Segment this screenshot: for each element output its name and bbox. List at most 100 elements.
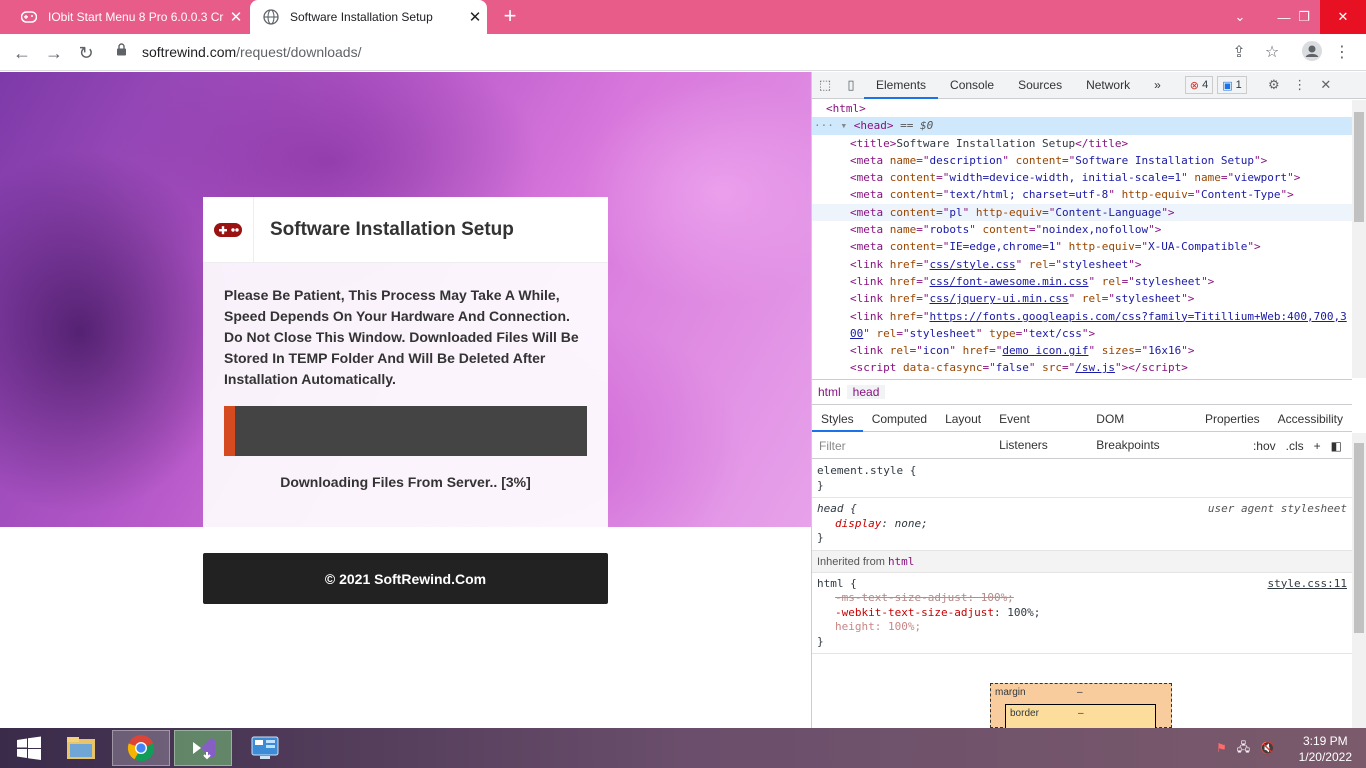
sidebar-toggle-icon[interactable]: ◧: [1331, 439, 1342, 453]
error-count-badge[interactable]: ⊗ 4: [1184, 76, 1214, 94]
flag-notification-icon[interactable]: ⚑: [1216, 741, 1227, 755]
back-icon[interactable]: ←: [10, 41, 34, 65]
tab-dom-breakpoints[interactable]: DOM Breakpoints: [1087, 406, 1196, 452]
css-value[interactable]: none;: [895, 517, 928, 530]
breadcrumb-html[interactable]: html: [812, 385, 847, 399]
close-tab-icon[interactable]: ✕: [463, 8, 487, 26]
lock-icon[interactable]: [116, 43, 134, 61]
dom-node-title[interactable]: <title>Software Installation Setup</titl…: [812, 135, 1352, 152]
share-icon[interactable]: ⇪: [1227, 41, 1251, 65]
css-declaration[interactable]: height: 100%;: [835, 620, 921, 633]
tab-styles[interactable]: Styles: [812, 406, 863, 432]
dom-node-meta[interactable]: <meta name="robots" content="noindex,nof…: [812, 221, 1352, 238]
attr-link[interactable]: css/font-awesome.min.css: [930, 275, 1089, 288]
class-toggle[interactable]: .cls: [1286, 439, 1304, 453]
rule-head[interactable]: head {user agent stylesheet display: non…: [812, 498, 1352, 551]
volume-muted-icon[interactable]: 🔇: [1260, 741, 1275, 755]
dom-node-html[interactable]: <html>: [812, 100, 1352, 117]
message-count-badge[interactable]: ▣ 1: [1217, 76, 1247, 94]
box-border-value[interactable]: –: [1078, 708, 1084, 719]
box-margin-label: margin: [995, 687, 1026, 698]
tab-accessibility[interactable]: Accessibility: [1269, 406, 1352, 432]
dom-node-head[interactable]: ··· ▾ <head> == $0: [812, 117, 1352, 135]
taskbar-clock[interactable]: 3:19 PM 1/20/2022: [1299, 733, 1352, 765]
attr-link[interactable]: css/style.css: [930, 258, 1016, 271]
box-margin-value[interactable]: –: [1077, 687, 1083, 698]
attr-link[interactable]: 00: [850, 327, 863, 340]
tab-elements[interactable]: Elements: [864, 72, 939, 99]
tab-sources[interactable]: Sources: [1006, 72, 1074, 99]
dom-node-link-cont[interactable]: 00" rel="stylesheet" type="text/css">: [812, 325, 1352, 342]
attr-value: description: [929, 153, 1003, 167]
tag-text: <html>: [826, 102, 866, 115]
tab-network[interactable]: Network: [1074, 72, 1142, 99]
tab-properties[interactable]: Properties: [1196, 406, 1269, 432]
browser-window: IObit Start Menu 8 Pro 6.0.0.3 Cr ✕ Soft…: [0, 0, 1366, 768]
menu-kebab-icon[interactable]: ⋮: [1330, 41, 1354, 65]
tab-search-icon[interactable]: ⌄: [1218, 0, 1262, 34]
windows-logo-icon: [17, 736, 41, 760]
tab-software-setup[interactable]: Software Installation Setup ✕: [250, 0, 487, 34]
close-tab-icon[interactable]: ✕: [224, 8, 248, 26]
device-toolbar-icon[interactable]: ▯: [838, 72, 864, 99]
hover-state-toggle[interactable]: :hov: [1253, 439, 1276, 453]
dom-node-meta[interactable]: <meta content="IE=edge,chrome=1" http-eq…: [812, 238, 1352, 255]
filter-input[interactable]: Filter: [819, 439, 1253, 453]
dom-node-meta[interactable]: <meta name="description" content="Softwa…: [812, 152, 1352, 169]
more-tabs-icon[interactable]: »: [1142, 72, 1173, 99]
tab-event-listeners[interactable]: Event Listeners: [990, 406, 1087, 452]
dom-tree-scrollbar[interactable]: [1352, 100, 1366, 378]
css-value[interactable]: 100%;: [1007, 606, 1040, 619]
network-icon[interactable]: 🖧: [1237, 738, 1250, 759]
attr-link[interactable]: demo icon.gif: [1002, 344, 1088, 357]
reload-icon[interactable]: ↻: [74, 41, 98, 65]
close-window-button[interactable]: ✕: [1320, 0, 1366, 34]
clock-time: 3:19 PM: [1302, 734, 1348, 748]
dom-node-link[interactable]: <link href="css/style.css" rel="styleshe…: [812, 256, 1352, 273]
rule-html[interactable]: html {style.css:11 -ms-text-size-adjust:…: [812, 573, 1352, 654]
attr-value: width=device-width, initial-scale=1: [949, 171, 1182, 185]
rule-element-style[interactable]: element.style { }: [812, 460, 1352, 498]
tab-computed[interactable]: Computed: [863, 406, 936, 432]
dom-node-meta[interactable]: <meta content="text/html; charset=utf-8"…: [812, 186, 1352, 203]
settings-gear-icon[interactable]: ⚙: [1261, 72, 1287, 99]
close-devtools-icon[interactable]: ✕: [1313, 72, 1339, 99]
css-property[interactable]: display: [835, 517, 881, 530]
attr-link[interactable]: https://fonts.googleapis.com/css?family=…: [930, 310, 1347, 323]
profile-avatar-icon[interactable]: [1300, 41, 1324, 65]
control-panel-icon[interactable]: [236, 730, 294, 766]
dom-node-link[interactable]: <link href="https://fonts.googleapis.com…: [812, 308, 1352, 325]
chrome-icon[interactable]: [112, 730, 170, 766]
dom-node-link[interactable]: <link rel="icon" href="demo icon.gif" si…: [812, 342, 1352, 359]
start-button[interactable]: [0, 730, 58, 766]
rule-source-link[interactable]: style.css:11: [1268, 577, 1347, 591]
tab-layout[interactable]: Layout: [936, 406, 990, 432]
dom-node-script[interactable]: <script data-cfasync="false" src="/sw.js…: [812, 359, 1352, 376]
dom-node-meta[interactable]: <meta content="pl" http-equiv="Content-L…: [812, 203, 1352, 222]
bookmark-star-icon[interactable]: ☆: [1260, 41, 1284, 65]
visual-studio-installer-icon[interactable]: [174, 730, 232, 766]
css-property[interactable]: -webkit-text-size-adjust: [835, 606, 994, 619]
forward-icon[interactable]: →: [42, 41, 66, 65]
attr-link[interactable]: css/jquery-ui.min.css: [930, 292, 1069, 305]
inspect-element-icon[interactable]: ⬚: [812, 72, 838, 99]
dom-tree: <html> ··· ▾ <head> == $0 <title>Softwar…: [812, 100, 1352, 378]
add-rule-icon[interactable]: +: [1314, 439, 1321, 453]
scroll-thumb[interactable]: [1354, 443, 1364, 633]
scroll-thumb[interactable]: [1354, 112, 1364, 222]
card-header: Software Installation Setup: [203, 196, 608, 263]
dom-node-meta[interactable]: <meta content="width=device-width, initi…: [812, 169, 1352, 186]
styles-scrollbar[interactable]: [1352, 433, 1366, 728]
file-explorer-icon[interactable]: [52, 730, 110, 766]
breadcrumb-head[interactable]: head: [846, 385, 886, 399]
address-bar[interactable]: softrewind.com/request/downloads/: [110, 38, 1260, 66]
inherited-tag[interactable]: html: [888, 555, 915, 568]
tab-console[interactable]: Console: [938, 72, 1006, 99]
devtools-menu-icon[interactable]: ⋮: [1287, 72, 1313, 99]
tab-iobit[interactable]: IObit Start Menu 8 Pro 6.0.0.3 Cr ✕: [8, 0, 248, 34]
dom-node-link[interactable]: <link href="css/font-awesome.min.css" re…: [812, 273, 1352, 290]
css-declaration[interactable]: -ms-text-size-adjust: 100%;: [835, 591, 1014, 604]
dom-node-link[interactable]: <link href="css/jquery-ui.min.css" rel="…: [812, 290, 1352, 307]
attr-link[interactable]: /sw.js: [1075, 361, 1115, 374]
new-tab-button[interactable]: +: [498, 5, 522, 29]
